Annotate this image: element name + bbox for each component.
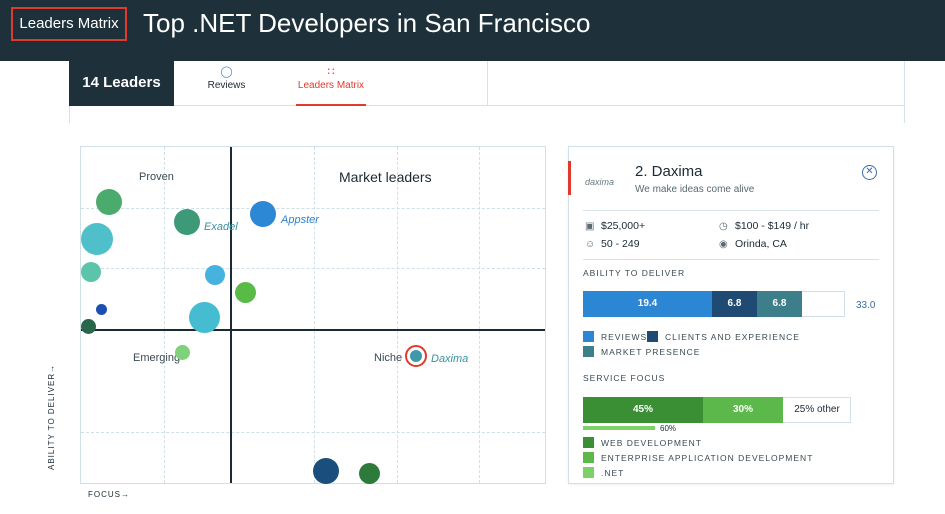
leaders-matrix-badge[interactable]: Leaders Matrix: [11, 7, 127, 41]
project-size: ▣ $25,000+: [585, 220, 645, 232]
employees: ☺ 50 - 249: [585, 238, 640, 250]
legend-swatch: [583, 331, 594, 342]
tag-icon: ▣: [585, 221, 595, 232]
company-logo: daxima: [585, 177, 615, 187]
legend-label: CLIENTS AND EXPERIENCE: [665, 332, 800, 342]
company-dot[interactable]: [189, 302, 220, 333]
legend-net: .NET: [583, 467, 624, 478]
focus-seg-web: 45%: [583, 397, 703, 423]
company-dot[interactable]: [175, 345, 190, 360]
legend-label: ENTERPRISE APPLICATION DEVELOPMENT: [601, 453, 814, 463]
company-dot[interactable]: [81, 319, 96, 334]
grid-line: [81, 208, 545, 209]
legend-label: WEB DEVELOPMENT: [601, 438, 702, 448]
divider: [583, 210, 879, 211]
quadrant-niche: Niche: [374, 352, 403, 364]
grid-line: [81, 268, 545, 269]
project-size-value: $25,000+: [601, 220, 646, 232]
ability-title: ABILITY TO DELIVER: [583, 268, 686, 278]
card-accent: [568, 161, 571, 195]
hourly-rate: ◷ $100 - $149 / hr: [719, 220, 809, 232]
grid-line: [81, 432, 545, 433]
leaders-matrix-chart: Proven Market leaders Emerging Niche Exa…: [80, 146, 546, 484]
legend-web: WEB DEVELOPMENT: [583, 437, 702, 448]
quadrant-emerging: Emerging: [133, 352, 181, 364]
company-detail-card: daxima 2. Daxima We make ideas come aliv…: [568, 146, 894, 484]
tab-leaders-matrix-label: Leaders Matrix: [297, 80, 365, 91]
tab-divider: [487, 61, 488, 106]
ability-bar: 19.4 6.8 6.8: [583, 291, 802, 317]
x-axis-line: [81, 329, 545, 331]
tab-leaders-matrix[interactable]: ∷ Leaders Matrix: [296, 61, 366, 106]
net-sub-bar-value: 60%: [660, 424, 677, 433]
quadrant-proven: Proven: [139, 171, 174, 183]
company-tagline: We make ideas come alive: [635, 184, 755, 195]
legend-swatch: [583, 346, 594, 357]
focus-title: SERVICE FOCUS: [583, 373, 666, 383]
legend-label: .NET: [601, 468, 625, 478]
frame-line: [904, 106, 905, 123]
company-dot[interactable]: [313, 458, 339, 484]
close-icon[interactable]: ✕: [862, 165, 877, 180]
company-dot[interactable]: [359, 463, 380, 484]
company-dot[interactable]: [81, 262, 101, 282]
tab-reviews-label: Reviews: [207, 80, 246, 91]
hourly-rate-value: $100 - $149 / hr: [735, 220, 810, 232]
page-title: Top .NET Developers in San Francisco: [143, 8, 591, 38]
legend-swatch: [647, 331, 658, 342]
company-dot-daxima[interactable]: [410, 350, 422, 362]
location: ◉ Orinda, CA: [719, 238, 787, 250]
legend-label: MARKET PRESENCE: [601, 347, 701, 357]
ability-seg-market: 6.8: [757, 291, 802, 317]
location-pin-icon: ◉: [719, 239, 728, 250]
leaders-count: 14 Leaders: [69, 61, 174, 106]
company-dot[interactable]: [81, 223, 113, 255]
check-circle-icon: ◯: [220, 66, 233, 78]
clock-icon: ◷: [719, 221, 728, 232]
company-dot[interactable]: [96, 189, 122, 215]
scatter-chart-icon: ∷: [327, 66, 335, 78]
ability-total: 33.0: [856, 300, 876, 311]
legend-enterprise: ENTERPRISE APPLICATION DEVELOPMENT: [583, 452, 813, 463]
page-header: Leaders Matrix Top .NET Developers in Sa…: [0, 0, 945, 61]
focus-bar: 45% 30% 25% other: [583, 397, 851, 423]
ability-seg-clients: 6.8: [712, 291, 757, 317]
legend-reviews: REVIEWS: [583, 331, 647, 342]
axis-y-label: ABILITY TO DELIVER→: [47, 363, 56, 470]
company-dot-exadel[interactable]: [174, 209, 200, 235]
legend-swatch: [583, 452, 594, 463]
legend-market: MARKET PRESENCE: [583, 346, 700, 357]
company-dot[interactable]: [205, 265, 225, 285]
ability-seg-reviews: 19.4: [583, 291, 712, 317]
legend-swatch: [583, 437, 594, 448]
location-value: Orinda, CA: [735, 238, 787, 250]
user-icon: ☺: [585, 239, 596, 250]
company-label-appster: Appster: [281, 214, 319, 226]
y-axis-line: [230, 147, 232, 483]
company-name[interactable]: 2. Daxima: [635, 163, 703, 180]
axis-x-label: FOCUS→: [88, 490, 130, 499]
legend-swatch: [583, 467, 594, 478]
frame-line: [69, 106, 70, 123]
employees-value: 50 - 249: [601, 238, 640, 250]
company-label-daxima: Daxima: [431, 353, 469, 365]
focus-seg-other: 25% other: [794, 404, 840, 415]
divider: [583, 259, 879, 260]
tab-divider: [904, 61, 905, 106]
legend-clients: CLIENTS AND EXPERIENCE: [647, 331, 800, 342]
quadrant-market-leaders: Market leaders: [339, 169, 432, 185]
net-sub-bar: [583, 426, 655, 430]
company-dot[interactable]: [235, 282, 256, 303]
company-label-exadel: Exadel: [204, 221, 238, 233]
legend-label: REVIEWS: [601, 332, 648, 342]
tab-bar: 14 Leaders ◯ Reviews ∷ Leaders Matrix: [69, 61, 905, 106]
tab-reviews[interactable]: ◯ Reviews: [194, 61, 259, 106]
company-dot[interactable]: [96, 304, 107, 315]
focus-seg-enterprise: 30%: [703, 397, 783, 423]
company-dot-appster[interactable]: [250, 201, 276, 227]
